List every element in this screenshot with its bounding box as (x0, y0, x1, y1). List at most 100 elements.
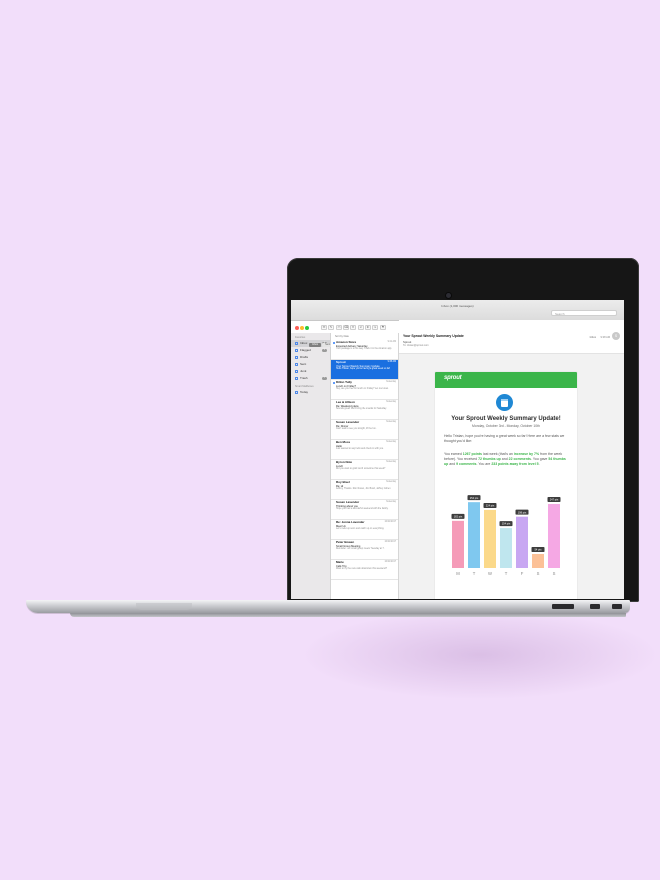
reply-all-button[interactable]: ⇇ (365, 325, 371, 330)
unread-count: 4 (322, 349, 327, 352)
laptop-lid-notch (136, 603, 192, 610)
trash-icon (295, 377, 298, 380)
message-time: 9:38 AM (600, 336, 610, 339)
chart-bar (532, 554, 544, 568)
compose-button[interactable]: ✎ (328, 325, 334, 330)
chart-category-label: T (505, 571, 508, 576)
trash-button[interactable]: ⌫ (343, 325, 349, 330)
junk-button[interactable]: ✕ (350, 325, 356, 330)
junk-icon (295, 370, 298, 373)
points-link: 1267 points (462, 452, 483, 456)
level-link: 233 points away from level 5 (491, 462, 539, 467)
chart-data-label: 154 pts (502, 522, 511, 526)
message-date: Yesterday (385, 481, 396, 483)
message-preview: Your package is on its way. Track it in … (336, 347, 392, 350)
message-preview: Sounds great! We'll bring the snacks for… (336, 407, 387, 410)
chart-bar (468, 502, 480, 568)
draft-icon (295, 356, 298, 359)
message-preview: Reminder: our small group meets Tuesday … (336, 547, 385, 550)
message-viewer: Your Sprout Weekly Summary Update Sprout… (399, 320, 624, 599)
comments-link: 22 comments (508, 457, 531, 462)
message-list-item[interactable]: Susan Lavender Yesterday Thinking about yo… (331, 500, 398, 520)
sent-icon (295, 363, 298, 366)
chart-category-label: F (521, 571, 524, 576)
message-preview: Hello Tristan, hope you're having a grea… (336, 367, 391, 370)
message-list-item[interactable]: Byron Nole Yesterday Lunch Did you want to … (331, 460, 398, 480)
message-date: 10/21/2017 (384, 521, 397, 523)
message-list-item[interactable]: Peter Bowen 10/21/2017 Small Group Meeting… (331, 540, 398, 560)
message-list-item[interactable]: Re: Jenna Lavender 10/21/2017 Meet Up Let's… (331, 520, 398, 540)
message-recipient: To: tristan@sprout.com (403, 344, 429, 347)
message-list-item[interactable]: Amazon Store 9:41 AM Expected delivery Sat… (331, 340, 398, 360)
chart-category-label: M (456, 571, 460, 576)
sidebar-item-today[interactable]: Today (291, 389, 330, 396)
message-date: Yesterday (385, 421, 396, 423)
laptop-base-edge (70, 613, 626, 617)
minimize-button[interactable] (300, 326, 304, 330)
mailbox-sidebar: Favorites Inbox3 Flagged4 Drafts Sent Ju… (291, 333, 331, 599)
message-date: 10/21/2017 (384, 541, 397, 543)
thumbs-up-link: 72 thumbs up (478, 457, 501, 462)
email-card: sprout Your Sprout Weekly Summary Update… (435, 372, 577, 599)
chart-data-label: 182 pts (454, 514, 463, 518)
sidebar-item-label: Flagged (300, 348, 311, 352)
sidebar-item-label: Today (300, 390, 309, 394)
flag-button[interactable]: ⚑ (380, 325, 386, 330)
laptop-shadow (300, 610, 660, 700)
inbox-icon (295, 342, 298, 345)
message-date: Yesterday (385, 501, 396, 503)
chart-data-label: 198 pts (518, 510, 527, 514)
camera-icon (446, 293, 451, 298)
sort-control[interactable]: Sort by Date (331, 333, 398, 340)
message-list-item[interactable]: Sprout 9:38 AM Your Sprout Weekly Summary … (331, 360, 398, 380)
sidebar-item-flagged[interactable]: Flagged 4 (291, 347, 330, 354)
sidebar-item-trash[interactable]: Trash 1 (291, 375, 330, 382)
unread-dot-icon (332, 342, 335, 344)
message-preview: Want to try the new café downtown this w… (336, 567, 387, 570)
message-date: Yesterday (385, 441, 396, 443)
email-intro: Hello Tristan, hope you're having a grea… (444, 434, 565, 444)
message-list-item[interactable]: Marie 10/21/2017 Café Trip Want to try the … (331, 560, 398, 580)
message-list-item[interactable]: Susan Lavender Yesterday Re: Dinner Can't w… (331, 420, 398, 440)
sprout-logo: sprout (444, 375, 462, 381)
message-header: Your Sprout Weekly Summary Update Sprout… (399, 320, 624, 354)
message-date: 9:38 AM (387, 361, 396, 363)
given-comments-link: 9 comments (456, 462, 477, 467)
message-date: 9:41 AM (387, 341, 396, 343)
get-mail-button[interactable]: ✉ (321, 325, 327, 330)
reply-button[interactable]: ↩ (358, 325, 364, 330)
unread-dot-icon (332, 382, 335, 384)
chart-bar (452, 520, 464, 568)
message-list-item[interactable]: Roy Bisel Yesterday Re: Hi Jeffrey, Thanks.… (331, 480, 398, 500)
message-list-item[interactable]: Lee & Allison Yesterday Re: Weekend plans S… (331, 400, 398, 420)
sidebar-item-label: Trash (300, 376, 308, 380)
sidebar-item-label: Inbox (300, 341, 308, 345)
chart-bar (500, 528, 512, 568)
chart-data-label: 254 pts (470, 496, 479, 500)
close-button[interactable] (295, 326, 299, 330)
tab-inbox[interactable]: Inbox (309, 343, 322, 347)
sidebar-item-sent[interactable]: Sent (291, 361, 330, 368)
flag-icon (295, 349, 298, 352)
sidebar-section-smart: Smart Mailboxes (295, 385, 314, 388)
chart-data-label: 54 pts (534, 548, 542, 552)
chart-data-label: 224 pts (486, 504, 495, 508)
message-date: Yesterday (385, 461, 396, 463)
sidebar-item-junk[interactable]: Junk (291, 368, 330, 375)
chart-bar (548, 503, 560, 568)
sidebar-item-drafts[interactable]: Drafts (291, 354, 330, 361)
zoom-button[interactable] (305, 326, 309, 330)
search-input[interactable]: Search (551, 310, 617, 316)
archive-button[interactable]: ▭ (336, 325, 342, 330)
hdmi-port (612, 604, 622, 609)
mailbox-label: Inbox (589, 336, 596, 339)
email-stats: You earned 1267 points last week (that's… (444, 452, 566, 467)
message-date: Yesterday (385, 401, 396, 403)
forward-button[interactable]: ↪ (372, 325, 378, 330)
weekly-points-chart: 182 pts M 254 pts T 224 pts W 154 pts T 198 pts F… (451, 495, 561, 576)
chart-category-label: S (537, 571, 540, 576)
message-preview: Can't wait to see you tonight, it'll be … (336, 427, 377, 430)
window-title: Inbox (1,000 messages) (441, 304, 474, 308)
message-list-item[interactable]: Ben Moss Yesterday Hello Just wanted to say… (331, 440, 398, 460)
message-list-item[interactable]: Dillon Tully Yesterday Lunch on Friday? Hey… (331, 380, 398, 400)
